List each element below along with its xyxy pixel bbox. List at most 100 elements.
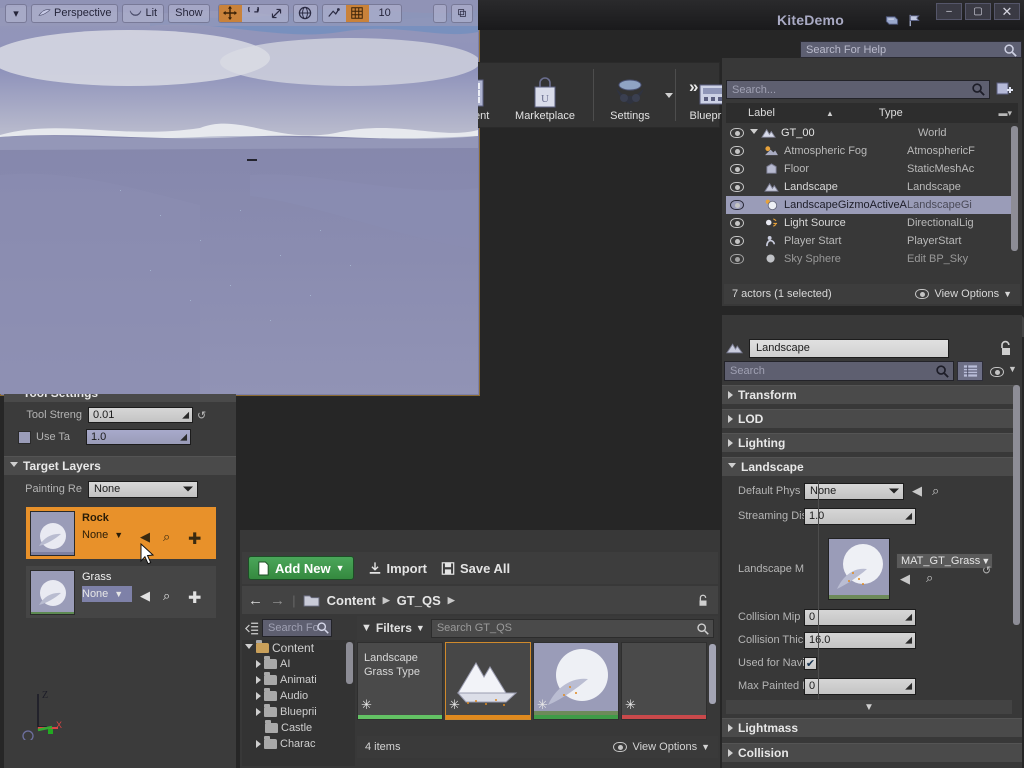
outliner-row-floor[interactable]: Floor StaticMeshAc [726,160,1018,178]
flag-icon[interactable] [906,13,922,28]
breadcrumb-content[interactable]: Content [327,593,376,608]
used-for-nav-checkbox[interactable]: ✔ [804,656,817,670]
section-lightmass[interactable]: Lightmass [722,718,1022,737]
target-layer-rock[interactable]: Rock None ▼ ◀ ⌕ ✚ [26,507,216,559]
collision-thickness-input[interactable]: 16.0 ◢ [804,631,916,649]
viewport-show-button[interactable]: Show [168,3,210,23]
outliner-row-atmospheric-fog[interactable]: Atmospheric Fog AtmosphericF [726,142,1018,160]
target-layer-grass-dropdown[interactable]: None ▼ [82,586,132,602]
translate-tool-icon[interactable] [218,4,242,22]
tree-item-content[interactable]: Content [242,640,355,656]
use-target-checkbox[interactable] [18,430,31,444]
details-scrollbar[interactable] [1013,385,1020,625]
surface-snap-icon[interactable] [323,5,346,22]
streaming-distance-input[interactable]: 1.0 ◢ [804,507,916,525]
asset-tile-mesh[interactable]: ✳ [445,642,531,720]
toolbar-settings-button[interactable]: Settings [599,67,661,125]
world-coords-icon[interactable] [294,5,317,22]
rotate-tool-icon[interactable] [242,5,265,22]
section-transform[interactable]: Transform [722,385,1016,404]
outliner-row-light-source[interactable]: Light Source DirectionalLig [726,214,1018,232]
viewport-perspective-button[interactable]: Perspective [31,3,119,23]
material-back-icon[interactable]: ◀ [900,571,910,587]
content-view-options-button[interactable]: View Options [632,741,697,753]
folder-search-input[interactable]: Search Fo [262,619,332,637]
viewport-options-button[interactable]: ▾ [5,3,27,23]
filters-button[interactable]: ▼ Filters ▼ [361,621,425,635]
close-button[interactable]: ✕ [994,3,1020,20]
breadcrumb-gtqs[interactable]: GT_QS [397,593,441,608]
target-layer-grass-add-button[interactable]: ✚ [188,588,201,608]
outliner-row-landscape-gizmo[interactable]: LandscapeGizmoActiveA LandscapeGi [726,196,1018,214]
visibility-eye-icon[interactable] [730,254,744,264]
spinner-icon[interactable]: ◢ [905,635,912,646]
lock-icon[interactable] [998,340,1014,357]
material-revert-icon[interactable]: ↺ [982,564,991,577]
section-target-layers[interactable]: Target Layers [4,456,236,475]
chevron-down-icon[interactable] [750,128,758,138]
asset-tile-blank[interactable]: ✳ [621,642,707,720]
viewport-camera-speed-button[interactable] [433,3,447,23]
create-actor-icon[interactable] [996,81,1014,98]
spinner-icon[interactable]: ◢ [180,432,187,443]
collapse-tree-icon[interactable] [245,622,259,635]
scale-tool-icon[interactable] [265,5,288,22]
toolbar-settings-caret[interactable] [665,93,673,98]
visibility-eye-icon[interactable] [730,164,744,174]
toolbar-marketplace-button[interactable]: U Marketplace [501,67,589,125]
import-button[interactable]: Import [368,561,427,576]
details-search-input[interactable]: Search [724,361,954,381]
chevron-down-icon[interactable]: ▼ [1008,364,1017,374]
details-object-name-input[interactable]: Landscape [749,338,949,358]
details-expand-more-button[interactable]: ▼ [726,700,1012,714]
default-phys-mat-dropdown[interactable]: None [804,482,904,500]
tree-item-ai[interactable]: AI [242,656,355,672]
outliner-view-options-button[interactable]: View Options [934,288,999,300]
revert-icon[interactable]: ↺ [197,409,206,422]
visibility-eye-icon[interactable] [730,200,744,210]
tree-item-animations[interactable]: Animati [242,672,355,688]
add-new-button[interactable]: Add New ▼ [248,556,354,580]
toolbar-overflow-button[interactable]: » [689,77,698,97]
asset-search-input[interactable]: Search GT_QS [430,618,714,638]
viewport-lit-button[interactable]: Lit [122,3,165,23]
forward-arrow-icon[interactable]: → [270,592,285,609]
target-layer-grass[interactable]: Grass None ▼ ◀ ⌕ ✚ [26,566,216,618]
tree-scrollbar[interactable] [346,642,353,684]
visibility-eye-icon[interactable] [730,218,744,228]
level-viewport[interactable]: ▾ Perspective Lit Show 10 Z X [0,0,1016,762]
target-layer-grass-find-icon[interactable]: ⌕ [163,588,170,604]
section-collision[interactable]: Collision [722,743,1022,762]
material-find-icon[interactable]: ⌕ [926,570,933,586]
target-layer-grass-browse-button[interactable]: ◀ [140,588,150,604]
collision-mip-input[interactable]: 0 ◢ [804,608,916,626]
section-lighting[interactable]: Lighting [722,433,1016,452]
outliner-row-sky-sphere[interactable]: Sky Sphere Edit BP_Sky [726,250,1018,268]
save-all-button[interactable]: Save All [441,561,510,576]
landscape-material-dropdown[interactable]: MAT_GT_Grass ▼ [896,553,994,569]
tool-strength-input[interactable]: 0.01 ◢ [88,407,193,423]
use-target-value-input[interactable]: 1.0 ◢ [86,429,191,445]
back-arrow-icon[interactable]: ← [248,592,263,609]
outliner-col-type[interactable]: Type [834,107,903,119]
section-lod[interactable]: LOD [722,409,1016,428]
spinner-icon[interactable]: ◢ [905,511,912,522]
viewport-maximize-button[interactable] [451,3,473,23]
console-icon[interactable] [884,13,900,28]
spinner-icon[interactable]: ◢ [905,612,912,623]
lock-icon[interactable] [696,593,710,608]
asset-tile-landscape-grass-type[interactable]: Landscape Grass Type ✳ [357,642,443,720]
tree-item-blueprints[interactable]: Blueprii [242,704,355,720]
tree-item-castle[interactable]: Castle [242,720,355,736]
outliner-row-gt00[interactable]: GT_00 World [726,124,1018,142]
minimize-button[interactable]: – [936,3,962,20]
visibility-eye-icon[interactable] [730,182,744,192]
section-landscape[interactable]: Landscape [722,457,1016,476]
details-eye-icon[interactable] [990,367,1004,377]
grid-snap-icon[interactable] [345,4,369,22]
visibility-eye-icon[interactable] [730,146,744,156]
column-filter-icon[interactable]: ▬▾ [998,108,1018,119]
target-layer-rock-add-button[interactable]: ✚ [188,529,201,549]
painting-restriction-dropdown[interactable]: None [88,480,198,498]
spinner-icon[interactable]: ◢ [905,681,912,692]
